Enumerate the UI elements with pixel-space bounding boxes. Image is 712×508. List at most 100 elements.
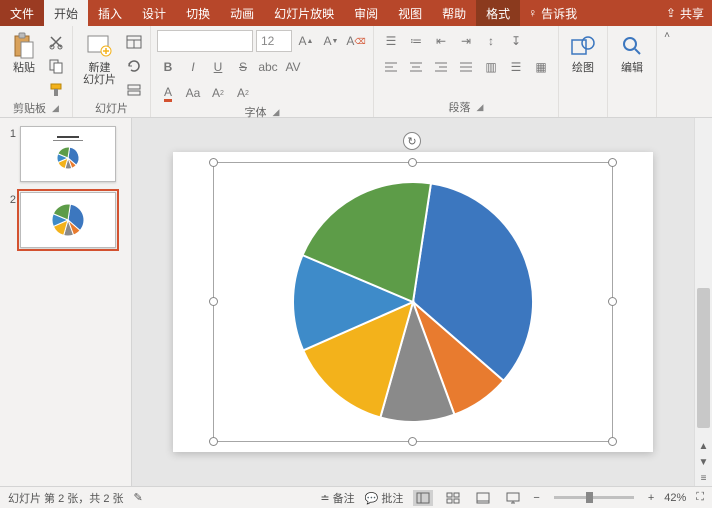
tab-insert[interactable]: 插入: [88, 0, 132, 26]
resize-handle-e[interactable]: [608, 297, 617, 306]
paste-label: 粘贴: [13, 62, 35, 74]
reset-button[interactable]: [124, 56, 144, 76]
tell-me[interactable]: ♀ 告诉我: [520, 0, 585, 26]
resize-handle-ne[interactable]: [608, 158, 617, 167]
font-color-button[interactable]: A: [157, 82, 179, 104]
group-clipboard: 粘贴 剪贴板◢: [0, 26, 73, 117]
superscript-button[interactable]: A2: [207, 82, 229, 104]
scroll-thumb[interactable]: [697, 288, 710, 428]
resize-handle-nw[interactable]: [209, 158, 218, 167]
fit-window-button[interactable]: ⛶: [696, 491, 704, 504]
group-drawing: 绘图 .: [559, 26, 608, 117]
spellcheck-icon[interactable]: ✎: [134, 491, 143, 504]
tab-view[interactable]: 视图: [388, 0, 432, 26]
group-paragraph: ☰ ≔ ⇤ ⇥ ↕ ↧ ▥ ☰ ▦ 段落◢: [374, 26, 559, 117]
thumbnail-1[interactable]: 1: [4, 126, 127, 182]
paragraph-dialog-launcher[interactable]: ◢: [477, 102, 484, 113]
comments-button[interactable]: 💬 批注: [365, 490, 404, 506]
current-slide[interactable]: ↻: [173, 152, 653, 452]
drawing-button[interactable]: 绘图: [565, 30, 601, 76]
justify-button[interactable]: [455, 56, 477, 78]
format-painter-button[interactable]: [46, 80, 66, 100]
change-case-button[interactable]: Aa: [182, 82, 204, 104]
tab-animation[interactable]: 动画: [220, 0, 264, 26]
zoom-slider-thumb[interactable]: [586, 492, 593, 503]
zoom-out-button[interactable]: −: [533, 492, 539, 504]
align-center-button[interactable]: [405, 56, 427, 78]
rotate-handle[interactable]: ↻: [403, 132, 421, 150]
font-dialog-launcher[interactable]: ◢: [273, 107, 280, 118]
shadow-button[interactable]: abc: [257, 56, 279, 78]
bold-button[interactable]: B: [157, 56, 179, 78]
selection-box[interactable]: [213, 162, 613, 442]
section-button[interactable]: [124, 80, 144, 100]
subscript-button[interactable]: A2: [232, 82, 254, 104]
bullets-button[interactable]: ☰: [380, 30, 402, 52]
resize-handle-se[interactable]: [608, 437, 617, 446]
slide-counter: 幻灯片 第 2 张，共 2 张: [8, 490, 124, 506]
thumb-2-preview: [38, 198, 98, 242]
normal-view-button[interactable]: [413, 490, 433, 506]
layout-button[interactable]: [124, 32, 144, 52]
notes-button[interactable]: ≐ 备注: [320, 490, 354, 506]
new-slide-icon: [86, 32, 114, 60]
cut-button[interactable]: [46, 32, 66, 52]
resize-handle-s[interactable]: [408, 437, 417, 446]
tab-format[interactable]: 格式: [476, 0, 520, 26]
char-spacing-button[interactable]: AV: [282, 56, 304, 78]
indent-inc-button[interactable]: ⇥: [455, 30, 477, 52]
copy-button[interactable]: [46, 56, 66, 76]
lightbulb-icon: ♀: [528, 6, 537, 20]
increase-font-button[interactable]: A▲: [295, 30, 317, 52]
slide-stage: ↻: [132, 118, 694, 486]
tab-help[interactable]: 帮助: [432, 0, 476, 26]
collapse-ribbon-button[interactable]: ˄: [657, 26, 677, 117]
scroll-down-icon[interactable]: ▼: [695, 454, 712, 470]
smartart-button[interactable]: ▦: [530, 56, 552, 78]
sorter-view-button[interactable]: [443, 490, 463, 506]
align-left-button[interactable]: [380, 56, 402, 78]
tab-slideshow[interactable]: 幻灯片放映: [264, 0, 344, 26]
scroll-page-icon[interactable]: ≡: [695, 470, 712, 486]
line-spacing-button[interactable]: ↕: [480, 30, 502, 52]
font-size-select[interactable]: 12: [256, 30, 292, 52]
clipboard-dialog-launcher[interactable]: ◢: [52, 103, 59, 114]
share-button[interactable]: ⇪ 共享: [658, 0, 712, 26]
columns-button[interactable]: ▥: [480, 56, 502, 78]
slideshow-view-button[interactable]: [503, 490, 523, 506]
editing-button[interactable]: 编辑: [614, 30, 650, 76]
tab-review[interactable]: 审阅: [344, 0, 388, 26]
decrease-font-button[interactable]: A▼: [320, 30, 342, 52]
reading-view-button[interactable]: [473, 490, 493, 506]
share-icon: ⇪: [666, 6, 676, 20]
tab-file[interactable]: 文件: [0, 0, 44, 26]
new-slide-button[interactable]: 新建 幻灯片: [79, 30, 120, 88]
text-direction-button[interactable]: ↧: [505, 30, 527, 52]
resize-handle-sw[interactable]: [209, 437, 218, 446]
align-right-button[interactable]: [430, 56, 452, 78]
thumbnail-2[interactable]: 2: [4, 192, 127, 248]
group-editing: 编辑 .: [608, 26, 657, 117]
strike-button[interactable]: S: [232, 56, 254, 78]
underline-button[interactable]: U: [207, 56, 229, 78]
find-icon: [618, 32, 646, 60]
resize-handle-n[interactable]: [408, 158, 417, 167]
indent-dec-button[interactable]: ⇤: [430, 30, 452, 52]
scroll-up-icon[interactable]: ▲: [695, 438, 712, 454]
vertical-scrollbar[interactable]: ▲ ▼ ≡: [694, 118, 712, 486]
zoom-in-button[interactable]: +: [648, 492, 654, 504]
resize-handle-w[interactable]: [209, 297, 218, 306]
tab-home[interactable]: 开始: [44, 0, 88, 26]
numbering-button[interactable]: ≔: [405, 30, 427, 52]
clear-format-button[interactable]: A⌫: [345, 30, 367, 52]
font-family-select[interactable]: [157, 30, 253, 52]
status-bar: 幻灯片 第 2 张，共 2 张 ✎ ≐ 备注 💬 批注 − + 42% ⛶: [0, 486, 712, 508]
paste-button[interactable]: 粘贴: [6, 30, 42, 76]
zoom-slider[interactable]: [554, 496, 634, 499]
tab-transition[interactable]: 切换: [176, 0, 220, 26]
align-text-button[interactable]: ☰: [505, 56, 527, 78]
zoom-level[interactable]: 42%: [664, 492, 686, 504]
italic-button[interactable]: I: [182, 56, 204, 78]
thumb-number: 1: [4, 126, 16, 140]
tab-design[interactable]: 设计: [132, 0, 176, 26]
